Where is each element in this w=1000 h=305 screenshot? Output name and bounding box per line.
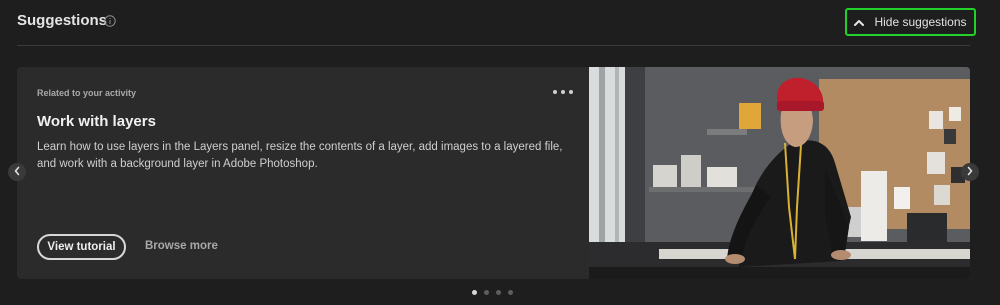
carousel-prev-button[interactable]: [8, 163, 26, 181]
browse-more-link[interactable]: Browse more: [145, 240, 218, 252]
carousel-dot[interactable]: [496, 290, 501, 295]
tutorial-thumbnail-image[interactable]: [589, 67, 970, 279]
suggestions-header: Suggestions Hide suggestions: [0, 0, 1000, 46]
chevron-right-icon: [966, 163, 974, 181]
hide-suggestions-label: Hide suggestions: [874, 15, 967, 29]
view-tutorial-button[interactable]: View tutorial: [37, 234, 126, 260]
carousel-next-button[interactable]: [961, 163, 979, 181]
header-divider: [17, 45, 970, 46]
section-title: Suggestions: [17, 12, 108, 29]
carousel-dot[interactable]: [508, 290, 513, 295]
info-icon[interactable]: [104, 14, 116, 27]
hide-suggestions-button[interactable]: Hide suggestions: [845, 8, 976, 36]
card-content: Related to your activity Work with layer…: [17, 67, 589, 279]
more-options-icon[interactable]: [553, 87, 573, 97]
carousel-dot[interactable]: [472, 290, 477, 295]
carousel-dot[interactable]: [484, 290, 489, 295]
card-description: Learn how to use layers in the Layers pa…: [37, 141, 563, 170]
chevron-left-icon: [13, 163, 21, 181]
carousel-pagination: [472, 290, 517, 296]
suggestion-card: Related to your activity Work with layer…: [17, 67, 970, 279]
chevron-up-icon: [854, 19, 865, 26]
card-title: Work with layers: [37, 113, 156, 130]
card-kicker: Related to your activity: [37, 88, 137, 98]
